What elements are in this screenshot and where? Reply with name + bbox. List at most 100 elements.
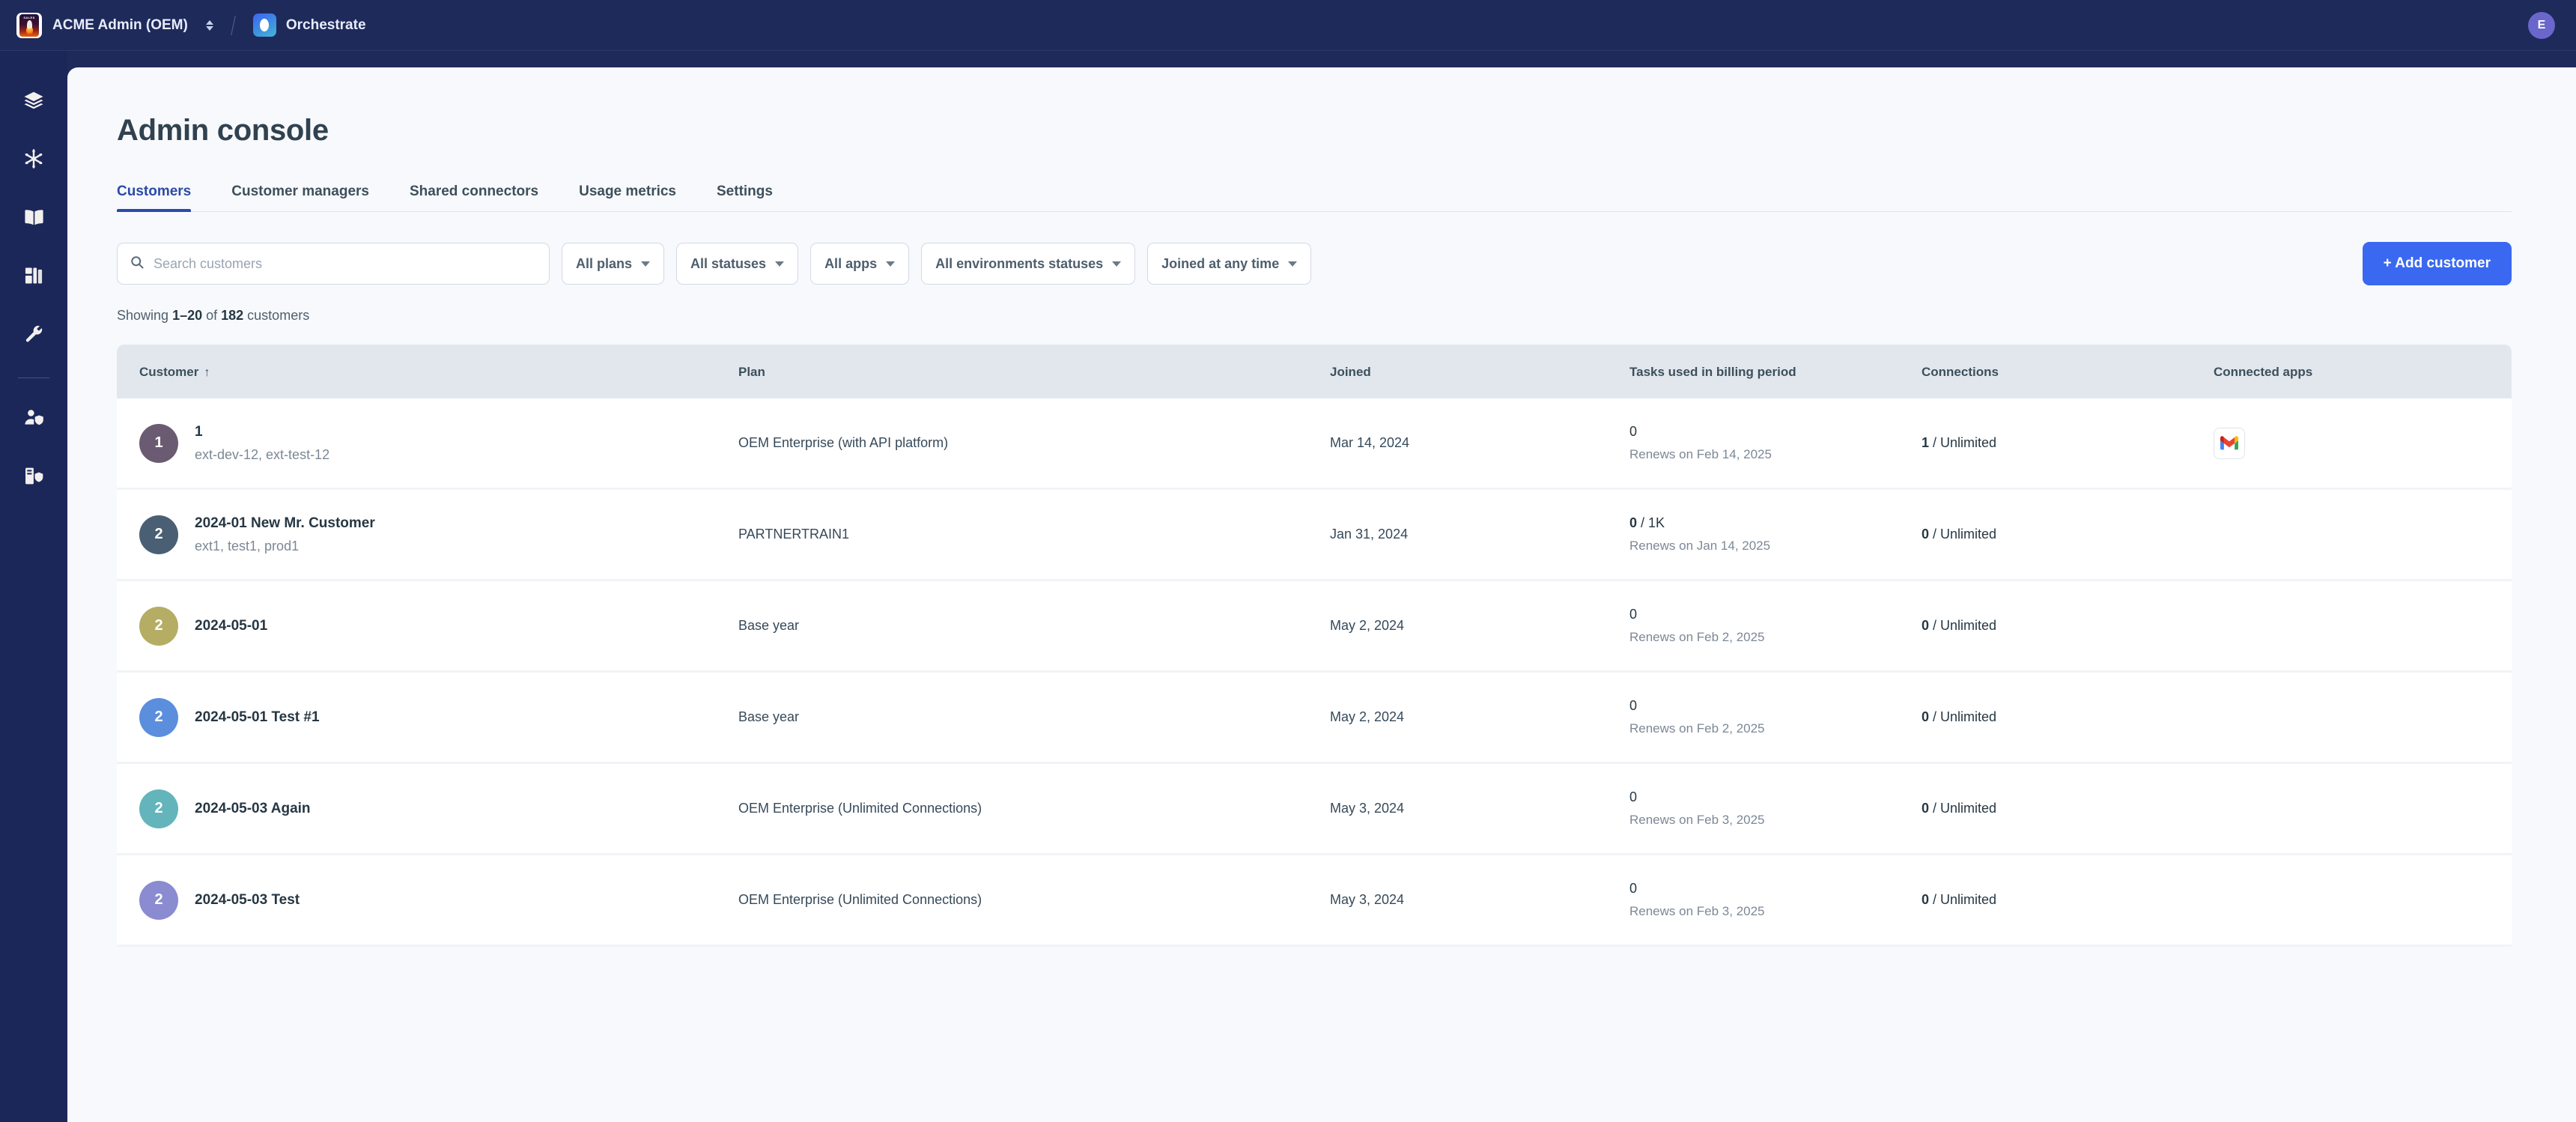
column-header-plan[interactable]: Plan xyxy=(738,364,1330,380)
filter-all-statuses[interactable]: All statuses xyxy=(676,243,798,285)
chevron-down-icon xyxy=(1288,261,1297,267)
joined-cell: May 2, 2024 xyxy=(1330,618,1629,634)
sidebar-item-projects[interactable] xyxy=(16,82,52,118)
tasks-value: 0 xyxy=(1629,881,1922,897)
column-header-joined[interactable]: Joined xyxy=(1330,364,1629,380)
plan-cell: Base year xyxy=(738,709,1330,725)
tab-usage-metrics[interactable]: Usage metrics xyxy=(579,184,676,211)
filter-environments-statuses-label: All environments statuses xyxy=(935,256,1103,272)
app-link[interactable]: Orchestrate xyxy=(253,13,366,37)
column-header-tasks[interactable]: Tasks used in billing period xyxy=(1629,364,1922,380)
customer-cell: 22024-01 New Mr. Customerext1, test1, pr… xyxy=(139,515,738,554)
customer-name: 2024-05-03 Test xyxy=(195,892,300,909)
joined-cell: Jan 31, 2024 xyxy=(1330,527,1629,542)
customers-table: Customer↑ Plan Joined Tasks used in bill… xyxy=(117,345,2512,947)
tasks-renewal: Renews on Feb 3, 2025 xyxy=(1629,813,1922,828)
tasks-cell: 0Renews on Feb 3, 2025 xyxy=(1629,881,1922,919)
top-bar: SALES ACME Admin (OEM) Orchestrate E xyxy=(0,0,2576,51)
orchestrate-logo-icon xyxy=(253,13,276,37)
table-row[interactable]: 22024-05-01Base yearMay 2, 20240Renews o… xyxy=(117,581,2512,673)
joined-cell: May 3, 2024 xyxy=(1330,801,1629,816)
search-input[interactable] xyxy=(154,256,537,272)
tasks-value: 0 / 1K xyxy=(1629,515,1922,531)
showing-middle: of xyxy=(202,308,221,323)
filter-environments-statuses[interactable]: All environments statuses xyxy=(921,243,1135,285)
topbar-divider xyxy=(231,16,236,35)
tasks-cell: 0Renews on Feb 2, 2025 xyxy=(1629,698,1922,736)
sidebar-item-dashboard[interactable] xyxy=(16,258,52,294)
customer-avatar: 2 xyxy=(139,607,178,646)
add-customer-button[interactable]: + Add customer xyxy=(2363,242,2512,285)
filter-all-apps[interactable]: All apps xyxy=(810,243,909,285)
table-row[interactable]: 22024-01 New Mr. Customerext1, test1, pr… xyxy=(117,490,2512,581)
logo-wordmark: SALES xyxy=(23,16,34,19)
connections-cell: 1 / Unlimited xyxy=(1922,435,2214,451)
search-box[interactable] xyxy=(117,243,550,285)
table-row[interactable]: 2 2024-05-03 Test OEM Enterprise (Unlimite… xyxy=(117,855,2512,947)
chevron-down-icon xyxy=(775,261,784,267)
customer-identity: 2024-05-01 xyxy=(195,618,267,634)
table-row[interactable]: 22024-05-03 AgainOEM Enterprise (Unlimit… xyxy=(117,764,2512,855)
column-header-customer[interactable]: Customer↑ xyxy=(139,364,738,380)
org-switcher[interactable]: SALES ACME Admin (OEM) xyxy=(16,13,213,38)
connections-cell: 0 / Unlimited xyxy=(1922,892,2214,908)
table-header-row: Customer↑ Plan Joined Tasks used in bill… xyxy=(117,345,2512,398)
customer-avatar: 2 xyxy=(139,881,178,920)
plan-cell: PARTNERTRAIN1 xyxy=(738,527,1330,542)
customer-cell: 2 2024-05-03 Test xyxy=(139,881,738,920)
sidebar-item-admin[interactable] xyxy=(16,399,52,435)
table-row[interactable]: 22024-05-01 Test #1Base yearMay 2, 20240… xyxy=(117,673,2512,764)
connections-cell: 0 / Unlimited xyxy=(1922,618,2214,634)
avatar[interactable]: E xyxy=(2528,12,2555,39)
filter-joined-time-label: Joined at any time xyxy=(1161,256,1279,272)
sidebar-divider xyxy=(18,377,49,378)
column-header-connected-apps[interactable]: Connected apps xyxy=(2214,364,2483,380)
customer-cell: 22024-05-03 Again xyxy=(139,789,738,828)
tasks-renewal: Renews on Feb 2, 2025 xyxy=(1629,630,1922,645)
tab-customers[interactable]: Customers xyxy=(117,184,191,211)
sidebar-item-tools[interactable] xyxy=(16,316,52,352)
plan-cell: OEM Enterprise (with API platform) xyxy=(738,435,1330,451)
connections-cell: 0 / Unlimited xyxy=(1922,709,2214,725)
tab-shared-connectors[interactable]: Shared connectors xyxy=(410,184,538,211)
showing-suffix: customers xyxy=(243,308,309,323)
table-row[interactable]: 11ext-dev-12, ext-test-12OEM Enterprise … xyxy=(117,398,2512,490)
filter-joined-time[interactable]: Joined at any time xyxy=(1147,243,1311,285)
tasks-cell: 0Renews on Feb 2, 2025 xyxy=(1629,607,1922,645)
layers-icon xyxy=(22,89,45,112)
tasks-cell: 0Renews on Feb 14, 2025 xyxy=(1629,424,1922,462)
filter-bar: All plans All statuses All apps All envi… xyxy=(117,242,2512,285)
tab-settings[interactable]: Settings xyxy=(717,184,773,211)
connected-apps-cell xyxy=(2214,428,2483,459)
sidebar-item-data[interactable] xyxy=(16,141,52,177)
wrench-icon xyxy=(23,324,44,345)
filter-all-plans[interactable]: All plans xyxy=(562,243,664,285)
dashboard-icon xyxy=(23,265,44,286)
gmail-icon[interactable] xyxy=(2214,428,2245,459)
customer-name: 2024-01 New Mr. Customer xyxy=(195,515,375,532)
sidebar-item-docs[interactable] xyxy=(16,199,52,235)
filter-all-plans-label: All plans xyxy=(576,256,632,272)
customer-identity: 1ext-dev-12, ext-test-12 xyxy=(195,424,329,463)
customer-cell: 2 2024-05-01 xyxy=(139,607,738,646)
connections-cell: 0 / Unlimited xyxy=(1922,527,2214,542)
snowflake-icon xyxy=(23,148,44,169)
column-header-customer-label: Customer xyxy=(139,365,198,379)
customer-name: 1 xyxy=(195,424,329,440)
customer-avatar: 1 xyxy=(139,424,178,463)
tab-customer-managers[interactable]: Customer managers xyxy=(231,184,369,211)
tasks-renewal: Renews on Jan 14, 2025 xyxy=(1629,539,1922,554)
plan-cell: OEM Enterprise (Unlimited Connections) xyxy=(738,892,1330,908)
column-header-connections[interactable]: Connections xyxy=(1922,364,2214,380)
tasks-value: 0 xyxy=(1629,698,1922,714)
customer-environments: ext1, test1, prod1 xyxy=(195,539,375,554)
acme-rocket-logo-icon: SALES xyxy=(16,13,42,38)
customer-avatar: 2 xyxy=(139,789,178,828)
chevron-updown-icon[interactable] xyxy=(206,20,213,31)
search-icon xyxy=(130,255,145,273)
server-shield-icon xyxy=(23,465,45,487)
sidebar-item-security[interactable] xyxy=(16,458,52,494)
customer-avatar: 2 xyxy=(139,698,178,737)
filter-all-statuses-label: All statuses xyxy=(690,256,766,272)
tasks-renewal: Renews on Feb 14, 2025 xyxy=(1629,447,1922,462)
